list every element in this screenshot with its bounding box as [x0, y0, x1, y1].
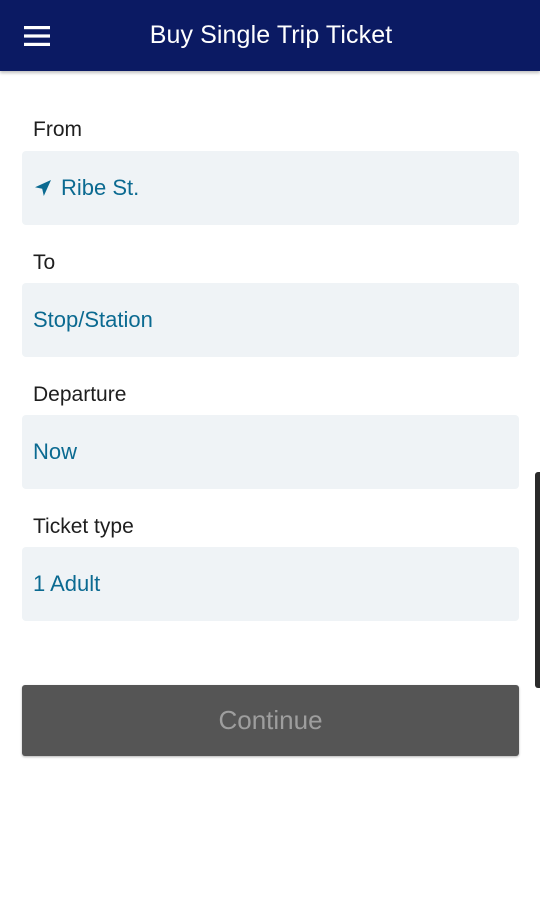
from-label: From [33, 118, 82, 141]
ticket-type-value: 1 Adult [33, 571, 101, 596]
to-value: Stop/Station [33, 307, 153, 332]
ticket-type-label: Ticket type [33, 515, 134, 538]
scrollbar[interactable] [535, 472, 540, 688]
departure-value: Now [33, 439, 78, 464]
ticket-type-field[interactable]: 1 Adult [22, 547, 519, 621]
page-title: Buy Single Trip Ticket [149, 21, 393, 49]
location-arrow-icon [35, 180, 51, 196]
departure-label: Departure [33, 383, 127, 406]
from-value: Ribe St. [61, 175, 140, 200]
departure-field[interactable]: Now [22, 415, 519, 489]
continue-button[interactable]: Continue [22, 685, 519, 756]
app-bar: Buy Single Trip Ticket [0, 0, 540, 71]
to-label: To [33, 251, 56, 274]
from-field[interactable]: Ribe St. [22, 151, 519, 225]
to-field[interactable]: Stop/Station [22, 283, 519, 357]
